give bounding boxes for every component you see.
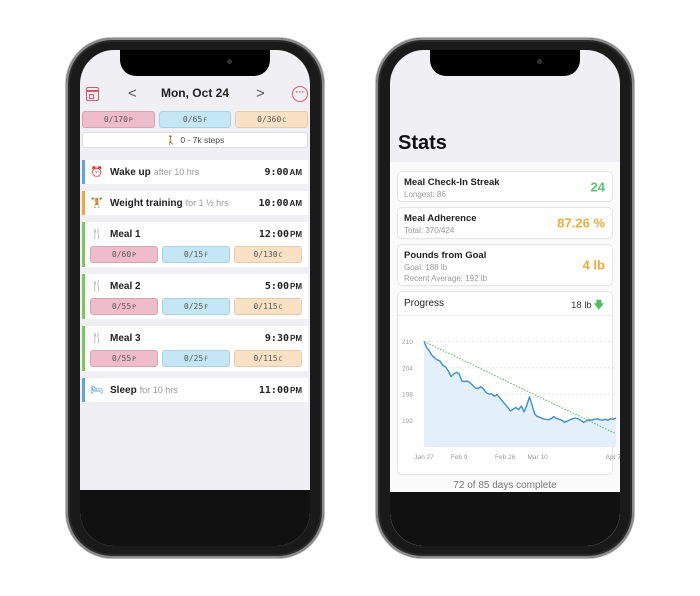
meal-macros: 0/55P 0/25F 0/115C (90, 350, 302, 367)
streak-value: 24 (590, 179, 605, 194)
notch (120, 50, 270, 76)
adherence-value: 87.26 % (557, 215, 605, 231)
streak-label: Meal Check-In Streak (404, 177, 500, 188)
dumbbell-icon: 🏋 (90, 197, 104, 209)
event-item[interactable]: 🍴 Meal 1 12:00PM 0/60P 0/15F 0/130C (82, 222, 308, 267)
event-time: 10:00AM (258, 197, 302, 209)
fork-knife-icon: 🍴 (90, 332, 104, 344)
event-duration: for 1 ½ hrs (185, 198, 229, 208)
adherence-card[interactable]: Meal Adherence Total: 370/424 87.26 % (398, 208, 612, 238)
next-day-button[interactable]: > (256, 85, 265, 102)
pounds-from-goal-card[interactable]: Pounds from Goal Goal: 188 lb Recent Ave… (398, 245, 612, 285)
fork-knife-icon: 🍴 (90, 228, 104, 240)
event-row: 🍴 Meal 3 9:30PM (90, 330, 302, 346)
event-name: Meal 3 (110, 332, 141, 344)
pounds-label: Pounds from Goal (404, 250, 487, 261)
event-item[interactable]: 🍴 Meal 3 9:30PM 0/55P 0/25F 0/115C (82, 326, 308, 371)
daily-macros: 0/170P 0/65F 0/360C (82, 111, 309, 128)
arrow-down-icon: 🡇 (593, 300, 604, 311)
pounds-value: 4 lb (582, 257, 605, 273)
days-complete: 72 of 85 days complete (453, 480, 557, 491)
event-time: 12:00PM (258, 228, 302, 240)
event-row: 🛏 Sleep for 10 hrs 11:00PM (90, 382, 302, 398)
event-item[interactable]: ⏰ Wake up after 10 hrs 9:00AM (82, 160, 308, 184)
carb-macro[interactable]: 0/115C (234, 350, 302, 367)
planner-screen: < Mon, Oct 24 > ··· 0/170P 0/65F 0/360C … (80, 50, 310, 546)
carb-macro[interactable]: 0/360C (235, 111, 309, 128)
protein-macro[interactable]: 0/60P (90, 246, 158, 263)
carb-macro[interactable]: 0/115C (234, 298, 302, 315)
fat-macro[interactable]: 0/25F (162, 298, 230, 315)
alarm-clock-icon: ⏰ (90, 166, 104, 178)
y-tick-label: 198 (402, 392, 413, 399)
event-item[interactable]: 🏋 Weight training for 1 ½ hrs 10:00AM (82, 191, 308, 215)
event-name: Weight training (110, 197, 183, 209)
phone-planner: < Mon, Oct 24 > ··· 0/170P 0/65F 0/360C … (66, 38, 324, 558)
goal-weight: Goal: 188 lb (404, 263, 448, 272)
progress-card[interactable]: Progress 18 lb 🡇 210 204 198 192 Jan 27 Feb 9 F… (398, 292, 620, 474)
event-row: 🏋 Weight training for 1 ½ hrs 10:00AM (90, 195, 302, 211)
event-list: ⏰ Wake up after 10 hrs 9:00AM 🏋 Weight traini… (82, 160, 308, 409)
event-item[interactable]: 🍴 Meal 2 5:00PM 0/55P 0/25F 0/115C (82, 274, 308, 319)
meal-macros: 0/55P 0/25F 0/115C (90, 298, 302, 315)
y-tick-label: 210 (402, 339, 413, 346)
camera (537, 59, 542, 64)
protein-macro[interactable]: 0/55P (90, 350, 158, 367)
stats-screen: Stats Meal Check-In Streak Longest: 86 2… (390, 50, 620, 546)
event-time: 9:30PM (264, 332, 302, 344)
y-tick-label: 192 (402, 418, 413, 425)
event-time: 9:00AM (264, 166, 302, 178)
event-time: 11:00PM (258, 384, 302, 396)
fat-macro[interactable]: 0/15F (162, 246, 230, 263)
current-date: Mon, Oct 24 (160, 86, 229, 100)
screen-bottom-bar (80, 490, 310, 546)
camera (227, 59, 232, 64)
x-tick-label: Feb 26 (495, 454, 516, 461)
event-name: Meal 1 (110, 228, 141, 240)
event-duration: after 10 hrs (153, 167, 200, 177)
progress-header: Progress 18 lb 🡇 (398, 292, 612, 316)
x-tick-label: Mar 10 (527, 454, 548, 461)
screen-bottom-bar (390, 492, 620, 546)
event-row: 🍴 Meal 2 5:00PM (90, 278, 302, 294)
event-row: 🍴 Meal 1 12:00PM (90, 226, 302, 242)
event-name: Meal 2 (110, 280, 141, 292)
progress-chart: 210 204 198 192 Jan 27 Feb 9 Feb 26 Mar 10 Apr 7 (402, 339, 620, 461)
x-tick-label: Jan 27 (414, 454, 434, 461)
walking-icon: 🚶 (165, 135, 177, 145)
phone-stats: Stats Meal Check-In Streak Longest: 86 2… (376, 38, 634, 558)
streak-card[interactable]: Meal Check-In Streak Longest: 86 24 (398, 172, 612, 201)
event-name: Wake up (110, 166, 151, 178)
protein-macro[interactable]: 0/55P (90, 298, 158, 315)
y-tick-label: 204 (402, 365, 413, 372)
carb-macro[interactable]: 0/130C (234, 246, 302, 263)
fork-knife-icon: 🍴 (90, 280, 104, 292)
notch (430, 50, 580, 76)
event-item[interactable]: 🛏 Sleep for 10 hrs 11:00PM (82, 378, 308, 402)
event-time: 5:00PM (264, 280, 302, 292)
fat-macro[interactable]: 0/65F (158, 111, 232, 128)
progress-delta: 18 lb 🡇 (571, 300, 604, 311)
protein-macro[interactable]: 0/170P (82, 111, 155, 128)
date-header: < Mon, Oct 24 > ··· (80, 82, 310, 108)
streak-longest: Longest: 86 (404, 190, 446, 199)
bed-icon: 🛏 (90, 384, 104, 396)
progress-label: Progress (404, 298, 445, 309)
event-name: Sleep (110, 384, 137, 396)
recent-average: Recent Average: 192 lb (404, 274, 488, 283)
steps-label: 0 - 7k steps (180, 135, 225, 145)
stats-content: Meal Check-In Streak Longest: 86 24 Meal… (390, 162, 620, 546)
x-tick-label: Feb 9 (451, 454, 468, 461)
meal-macros: 0/60P 0/15F 0/130C (90, 246, 302, 263)
more-options-icon[interactable]: ··· (292, 86, 308, 102)
x-tick-label: Apr 7 (606, 454, 620, 461)
page-title: Stats (398, 132, 447, 154)
steps-target[interactable]: 🚶 0 - 7k steps (82, 132, 308, 148)
event-row: ⏰ Wake up after 10 hrs 9:00AM (90, 164, 302, 180)
fat-macro[interactable]: 0/25F (162, 350, 230, 367)
event-duration: for 10 hrs (139, 385, 178, 395)
